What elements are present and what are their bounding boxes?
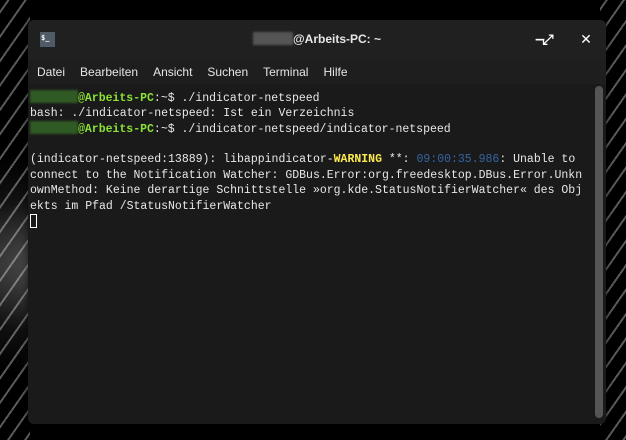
warning-prefix: (indicator-netspeed:13889): libappindica… <box>30 153 334 166</box>
command: ./indicator-netspeed <box>181 92 320 105</box>
prompt-path: :~$ <box>153 123 182 136</box>
title-text: @Arbeits-PC: ~ <box>292 32 382 46</box>
menu-bearbeiten[interactable]: Bearbeiten <box>80 60 145 84</box>
terminal-window: $_ @Arbeits-PC: ~ − ⤢ ✕ Datei Bearbeiten… <box>28 20 606 424</box>
warning-sep: **: <box>381 153 417 166</box>
warning-text: : Unable to <box>499 153 576 166</box>
redacted-username <box>30 121 78 134</box>
menu-datei[interactable]: Datei <box>37 60 72 84</box>
output-line: connect to the Notification Watcher: GDB… <box>30 168 583 182</box>
menu-suchen[interactable]: Suchen <box>207 60 255 84</box>
warning-line: (indicator-netspeed:13889): libappindica… <box>30 152 606 168</box>
menu-ansicht[interactable]: Ansicht <box>153 60 199 84</box>
cursor-line <box>30 214 606 230</box>
scrollbar[interactable] <box>595 86 603 418</box>
warning-label: WARNING <box>333 153 382 166</box>
terminal-output[interactable]: @Arbeits-PC:~$ ./indicator-netspeed bash… <box>28 84 606 424</box>
title-bar[interactable]: $_ @Arbeits-PC: ~ − ⤢ ✕ <box>28 20 606 60</box>
output-line: ekts im Pfad /StatusNotifierWatcher <box>30 199 272 213</box>
redacted-username <box>30 90 78 103</box>
menu-terminal[interactable]: Terminal <box>263 60 315 84</box>
prompt-host: @Arbeits-PC <box>78 123 154 136</box>
redacted-username <box>252 32 293 45</box>
prompt-host: @Arbeits-PC <box>78 92 154 105</box>
maximize-button[interactable]: ⤢ <box>538 30 558 50</box>
timestamp: 09:00:35.986 <box>416 153 500 166</box>
window-title: @Arbeits-PC: ~ <box>28 32 606 46</box>
menu-hilfe[interactable]: Hilfe <box>323 60 354 84</box>
close-button[interactable]: ✕ <box>576 30 596 50</box>
command: ./indicator-netspeed/indicator-netspeed <box>181 123 451 136</box>
cursor <box>30 214 37 228</box>
prompt-line: @Arbeits-PC:~$ ./indicator-netspeed <box>30 90 606 106</box>
prompt-line: @Arbeits-PC:~$ ./indicator-netspeed/indi… <box>30 121 606 137</box>
prompt-path: :~$ <box>153 92 182 105</box>
output-line: bash: ./indicator-netspeed: Ist ein Verz… <box>30 106 355 120</box>
output-line: ownMethod: Keine derartige Schnittstelle… <box>30 184 583 197</box>
menu-bar: Datei Bearbeiten Ansicht Suchen Terminal… <box>28 60 606 84</box>
